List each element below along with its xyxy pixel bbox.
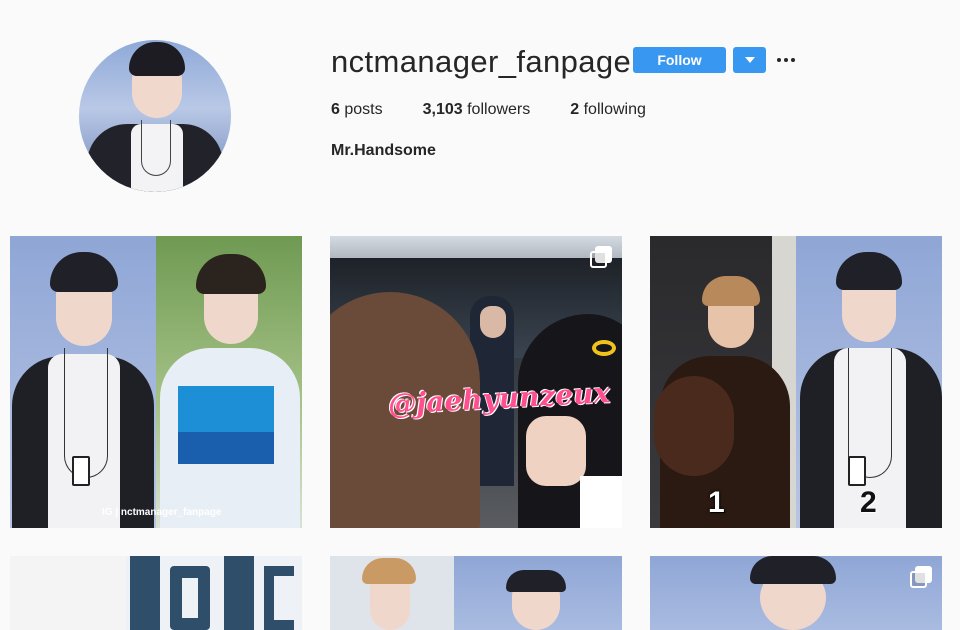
posts-count: 6 posts — [331, 101, 383, 118]
multiple-images-icon — [590, 246, 612, 268]
post-thumbnail-2[interactable]: @jaehyunzeux — [330, 236, 622, 528]
post-thumbnail-4[interactable] — [10, 556, 302, 630]
followers-link[interactable]: 3,103 followers — [423, 101, 531, 119]
following-link[interactable]: 2 following — [570, 101, 646, 119]
post-label-1: 1 — [708, 486, 725, 519]
post-thumbnail-1[interactable]: IG | nctmanager_fanpage — [10, 236, 302, 528]
more-options-button[interactable] — [775, 50, 797, 70]
post-caption-overlay: IG | nctmanager_fanpage — [102, 507, 222, 518]
post-thumbnail-5[interactable] — [330, 556, 622, 630]
profile-stats: 6 posts 3,103 followers 2 following — [331, 101, 686, 119]
suggestions-dropdown-button[interactable] — [733, 47, 766, 73]
follow-button[interactable]: Follow — [633, 47, 726, 73]
multiple-images-icon — [910, 566, 932, 588]
profile-avatar[interactable] — [79, 40, 231, 192]
post-label-2: 2 — [860, 486, 877, 519]
post-thumbnail-6[interactable] — [650, 556, 942, 630]
chevron-down-icon — [744, 57, 755, 63]
post-thumbnail-3[interactable]: 1 2 — [650, 236, 942, 528]
profile-username: nctmanager_fanpage — [331, 44, 632, 79]
ellipsis-icon — [777, 58, 781, 62]
profile-full-name: Mr.Handsome — [331, 142, 436, 159]
